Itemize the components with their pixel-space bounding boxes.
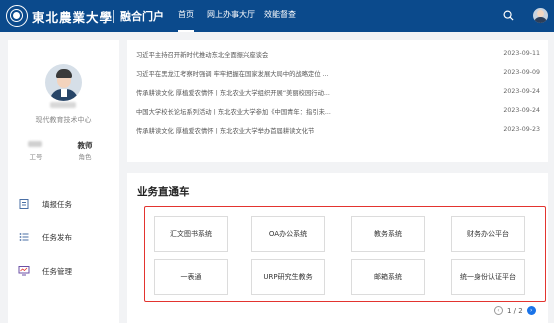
news-date: 2023-09-11 bbox=[503, 50, 540, 57]
tile-oa-system[interactable]: OA办公系统 bbox=[251, 216, 325, 252]
school-name[interactable]: 東北農業大學 bbox=[32, 7, 113, 26]
tile-unified-auth[interactable]: 统一身份认证平台 bbox=[451, 259, 525, 295]
news-date: 2023-09-24 bbox=[503, 107, 540, 114]
employee-id-label: 工号 bbox=[29, 153, 43, 161]
profile-panel: 现代教育技术中心 工号 教师 角色 填报任务 任务发布 任务管理 bbox=[8, 40, 119, 323]
pager-text: 1 / 2 bbox=[507, 306, 523, 315]
business-panel: 业务直通车 汇文图书系统 OA办公系统 教务系统 财务办公平台 一表通 URP研… bbox=[127, 173, 548, 323]
menu-manage-tasks[interactable]: 任务管理 bbox=[18, 264, 72, 278]
news-panel: 习近平主持召开新时代推动东北全面振兴座谈会 2023-09-11 习近平在黑龙江… bbox=[127, 40, 548, 162]
news-item[interactable]: 中国大学校长论坛系列活动丨东北农业大学参加《中国青年：指引未... 2023-0… bbox=[136, 107, 540, 119]
role-value: 教师 bbox=[77, 141, 93, 150]
nav-home[interactable]: 首页 bbox=[178, 0, 194, 32]
news-title[interactable]: 中国大学校长论坛系列活动丨东北农业大学参加《中国青年：指引未... bbox=[136, 107, 466, 116]
news-date: 2023-09-24 bbox=[503, 88, 540, 95]
top-header: 東北農業大學 融合门户 首页 网上办事大厅 效能督查 bbox=[0, 0, 554, 32]
news-date: 2023-09-09 bbox=[503, 69, 540, 76]
news-title[interactable]: 习近平主持召开新时代推动东北全面振兴座谈会 bbox=[136, 50, 466, 59]
menu-publish-tasks-label: 任务发布 bbox=[42, 232, 72, 242]
monitor-icon bbox=[18, 266, 30, 276]
header-divider bbox=[113, 10, 114, 23]
avatar bbox=[45, 64, 82, 101]
tile-urp-graduate[interactable]: URP研究生教务 bbox=[251, 259, 325, 295]
nav-online-service-hall[interactable]: 网上办事大厅 bbox=[207, 0, 255, 32]
user-name-redacted bbox=[50, 102, 76, 108]
menu-publish-tasks[interactable]: 任务发布 bbox=[18, 230, 72, 244]
news-item[interactable]: 传承耕读文化 厚植爱农情怀丨东北农业大学组织开展“美丽校园行动... 2023-… bbox=[136, 88, 540, 100]
news-title[interactable]: 传承耕读文化 厚植爱农情怀丨东北农业大学组织开展“美丽校园行动... bbox=[136, 88, 466, 97]
menu-fill-tasks[interactable]: 填报任务 bbox=[18, 197, 72, 211]
portal-name: 融合门户 bbox=[120, 10, 164, 23]
tile-huiwen-library[interactable]: 汇文图书系统 bbox=[154, 216, 228, 252]
tile-mail-system[interactable]: 邮箱系统 bbox=[351, 259, 425, 295]
tile-finance-platform[interactable]: 财务办公平台 bbox=[451, 216, 525, 252]
news-date: 2023-09-23 bbox=[503, 126, 540, 133]
news-title[interactable]: 传承耕读文化 厚植爱农情怀丨东北农业大学举办首届耕读文化节 bbox=[136, 126, 466, 135]
pager: ‹ 1 / 2 › bbox=[494, 306, 536, 315]
news-item[interactable]: 习近平在黑龙江考察时强调 牢牢把握在国家发展大局中的战略定位 ... 2023-… bbox=[136, 69, 540, 81]
business-title: 业务直通车 bbox=[137, 186, 190, 198]
employee-id-redacted bbox=[28, 141, 42, 147]
search-icon[interactable] bbox=[503, 10, 514, 21]
news-item[interactable]: 习近平主持召开新时代推动东北全面振兴座谈会 2023-09-11 bbox=[136, 50, 540, 62]
prev-page-icon[interactable]: ‹ bbox=[494, 306, 503, 315]
tile-academic-affairs[interactable]: 教务系统 bbox=[351, 216, 425, 252]
form-icon bbox=[18, 199, 30, 209]
list-icon bbox=[18, 232, 30, 242]
news-item[interactable]: 传承耕读文化 厚植爱农情怀丨东北农业大学举办首届耕读文化节 2023-09-23 bbox=[136, 126, 540, 138]
university-logo[interactable] bbox=[6, 5, 28, 27]
tile-one-form[interactable]: 一表通 bbox=[154, 259, 228, 295]
user-org: 现代教育技术中心 bbox=[35, 116, 92, 124]
nav-efficiency-supervision[interactable]: 效能督查 bbox=[264, 0, 296, 32]
news-title[interactable]: 习近平在黑龙江考察时强调 牢牢把握在国家发展大局中的战略定位 ... bbox=[136, 69, 466, 78]
menu-manage-tasks-label: 任务管理 bbox=[42, 266, 72, 276]
user-avatar-icon[interactable] bbox=[533, 8, 548, 23]
menu-fill-tasks-label: 填报任务 bbox=[42, 199, 72, 209]
next-page-icon[interactable]: › bbox=[526, 306, 536, 315]
role-label: 角色 bbox=[78, 153, 92, 161]
